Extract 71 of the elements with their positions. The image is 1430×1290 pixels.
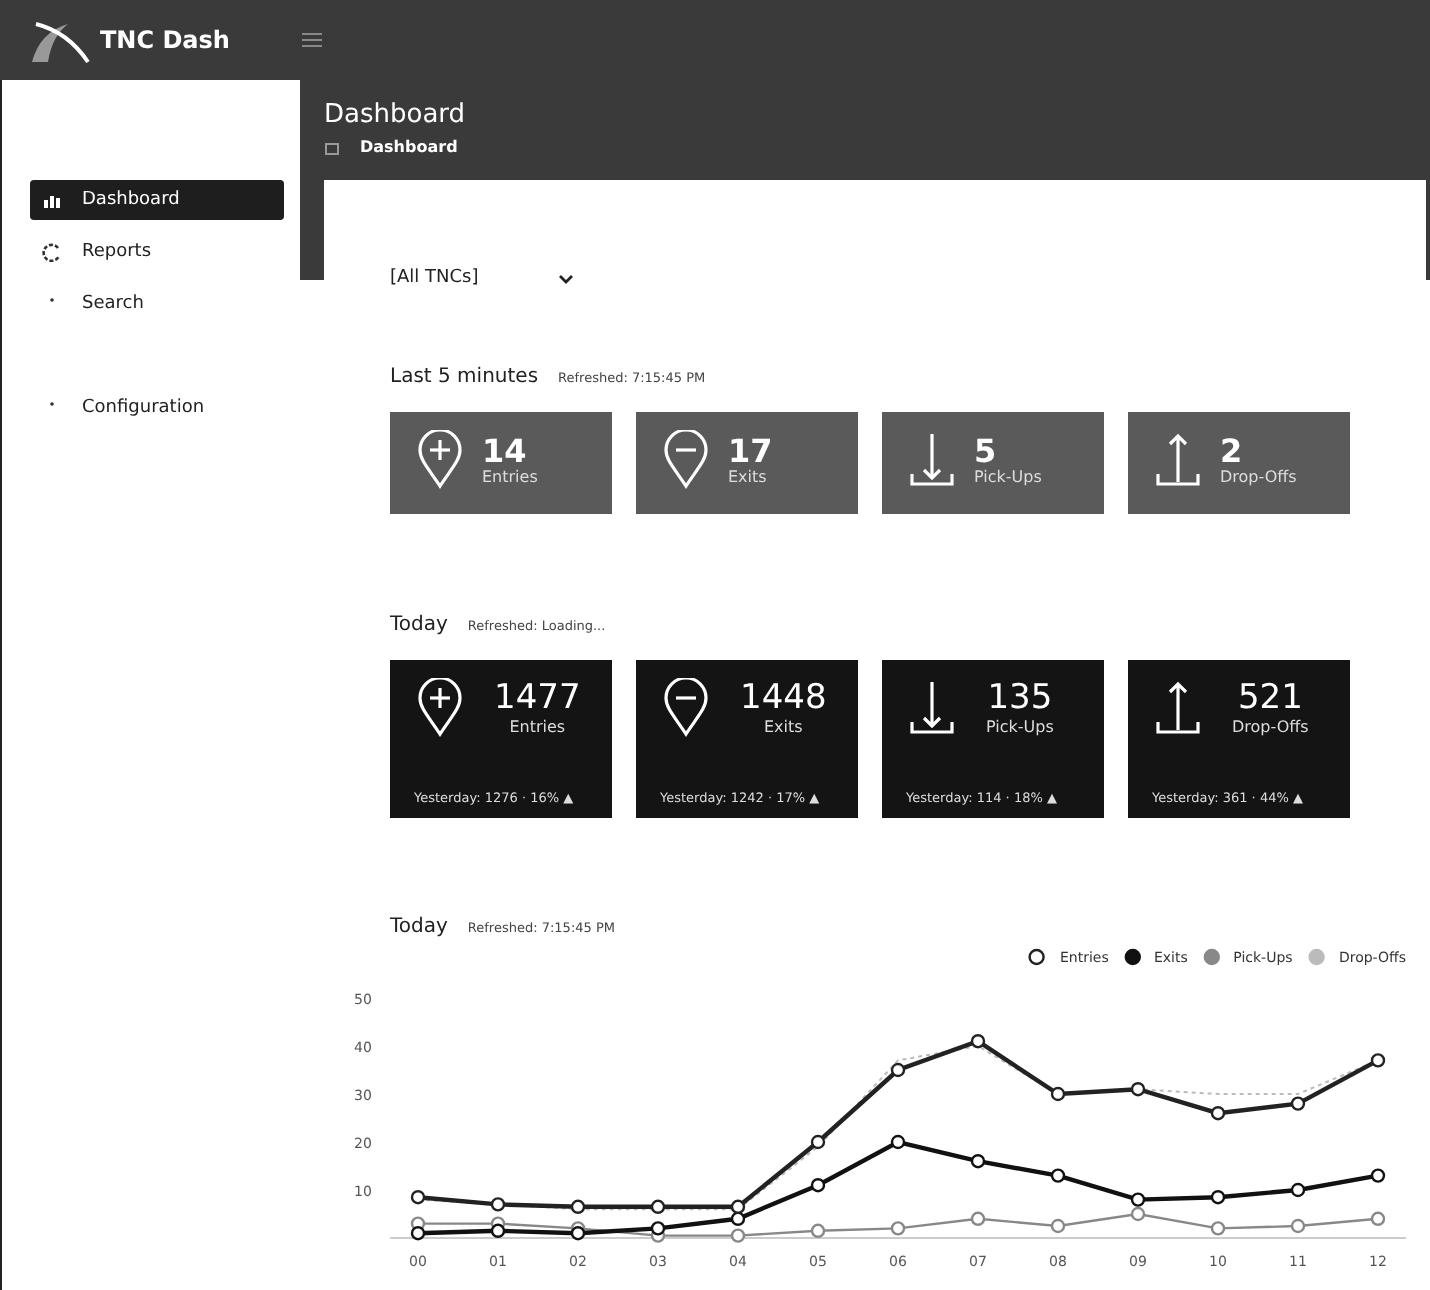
- data-point: [650, 1199, 666, 1214]
- data-point: [1210, 1221, 1226, 1236]
- data-point: [890, 1134, 906, 1150]
- section-title: Today: [390, 916, 448, 938]
- data-point: [1210, 1190, 1226, 1205]
- data-point: [810, 1178, 826, 1193]
- section-title: Last 5 minutes: [390, 366, 539, 388]
- data-point: [490, 1197, 506, 1212]
- sidebar-item[interactable]: Reports: [30, 232, 284, 272]
- refresh-icon: [42, 242, 62, 262]
- sidebar-item[interactable]: Configuration: [30, 388, 284, 428]
- stat-value: 1477: [494, 680, 581, 718]
- arrow-up-tray-icon: [1152, 430, 1204, 490]
- tnc-dropdown[interactable]: [All TNCs]: [390, 264, 575, 292]
- data-point: [410, 1190, 426, 1205]
- data-point: [1370, 1053, 1386, 1068]
- data-point: [1370, 1168, 1386, 1183]
- sidebar-item[interactable]: Search: [30, 284, 284, 324]
- section-title: Today: [390, 614, 448, 636]
- menu-icon[interactable]: [301, 32, 322, 48]
- data-point: [570, 1199, 586, 1214]
- legend-marker: [1124, 948, 1141, 966]
- data-point: [970, 1154, 986, 1169]
- stat-value: 14: [482, 433, 527, 469]
- data-point: [1130, 1082, 1146, 1097]
- stat-label: Entries: [509, 717, 566, 736]
- stat-value: 1448: [740, 680, 827, 718]
- pin-minus-icon: [660, 678, 712, 738]
- data-point: [1210, 1106, 1226, 1121]
- data-point: [1290, 1096, 1306, 1111]
- breadcrumb-link[interactable]: Dashboard: [360, 138, 458, 156]
- legend-marker: [1203, 948, 1220, 966]
- app-title: TNC Dash: [100, 26, 230, 54]
- stat-label: Drop-Offs: [1220, 468, 1297, 487]
- stat-label: Pick-Ups: [986, 717, 1054, 736]
- data-point: [810, 1134, 826, 1150]
- home-icon: [324, 139, 340, 155]
- arrow-down-tray-icon: [906, 430, 958, 490]
- data-point: [890, 1062, 906, 1078]
- data-point: [1290, 1182, 1306, 1198]
- stat-value: 521: [1237, 680, 1303, 718]
- stat-label: Entries: [482, 468, 538, 487]
- data-point: [810, 1223, 826, 1238]
- stat-value: 5: [974, 433, 997, 469]
- stat-label: Exits: [763, 717, 803, 736]
- stat-value: 2: [1220, 433, 1243, 469]
- pin-plus-icon: [414, 678, 466, 738]
- page-title: Dashboard: [324, 100, 468, 130]
- data-point: [1050, 1168, 1066, 1183]
- data-point: [1370, 1211, 1386, 1226]
- data-point: [1290, 1218, 1306, 1234]
- arrow-down-tray-icon: [906, 678, 958, 738]
- stat-label: Pick-Ups: [974, 468, 1042, 487]
- pin-plus-icon: [414, 430, 466, 490]
- data-point: [1050, 1218, 1066, 1234]
- data-point: [1050, 1086, 1066, 1102]
- chevron-down-icon: [558, 273, 575, 283]
- legend-marker: [1308, 948, 1325, 966]
- logo-icon: [28, 16, 92, 64]
- stat-label: Drop-Offs: [1232, 717, 1309, 736]
- sidebar-item[interactable]: Dashboard: [30, 180, 284, 220]
- data-point: [970, 1211, 986, 1226]
- arrow-up-tray-icon: [1152, 678, 1204, 738]
- pin-minus-icon: [660, 430, 712, 490]
- stat-label: Exits: [728, 468, 767, 487]
- legend-marker: [1028, 948, 1045, 966]
- bar-chart-icon: [42, 190, 62, 210]
- stat-value: 135: [987, 680, 1053, 718]
- data-point: [890, 1221, 906, 1236]
- stat-value: 17: [728, 433, 773, 469]
- data-point: [970, 1034, 986, 1049]
